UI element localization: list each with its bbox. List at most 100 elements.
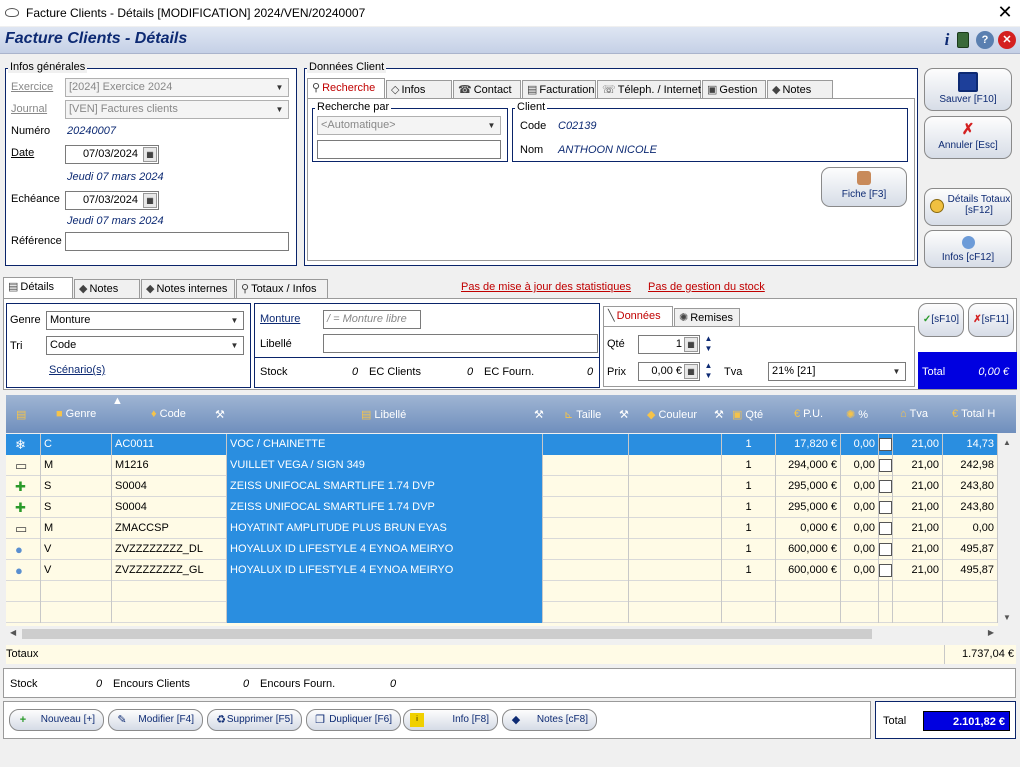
col-header-pct[interactable]: ✺%	[846, 408, 868, 421]
info-button[interactable]: i Info [F8]	[403, 709, 498, 731]
row-checkbox[interactable]	[879, 459, 892, 472]
save-button[interactable]: Sauver [F10]	[924, 68, 1012, 111]
tab-donnees[interactable]: ╲ Données	[603, 306, 673, 327]
cell-libelle: HOYALUX ID LIFESTYLE 4 EYNOA MEIRYO	[227, 560, 543, 581]
scroll-right-icon[interactable]: ▶	[988, 628, 994, 637]
col-header-code[interactable]: ♦ Code	[151, 408, 186, 420]
row-checkbox[interactable]	[879, 564, 892, 577]
info-icon[interactable]: i	[938, 31, 956, 49]
libelle-input[interactable]	[323, 334, 598, 353]
table-row[interactable]: ▭ M ZMACCSP HOYATINT AMPLITUDE PLUS BRUN EY…	[6, 518, 998, 539]
calculator-icon[interactable]	[957, 32, 969, 48]
col-header-tva[interactable]: ⌂ Tva	[900, 408, 928, 420]
tri-select[interactable]: Code ▼	[46, 336, 244, 355]
page-title: Facture Clients - Détails	[5, 30, 188, 47]
grand-total-box: Total 2.101,82 €	[875, 701, 1016, 739]
horizontal-scrollbar[interactable]: ◀ ▶	[6, 626, 998, 642]
calendar-icon[interactable]: ▦	[143, 193, 157, 208]
tab-facturation[interactable]: ▤ Facturation	[522, 80, 596, 99]
help-icon[interactable]: ?	[976, 31, 994, 49]
col-header-couleur[interactable]: ◆ Couleur	[647, 408, 697, 421]
monture-input[interactable]: / = Monture libre	[323, 310, 421, 329]
cancel-button[interactable]: ✗ Annuler [Esc]	[924, 116, 1012, 159]
col-header-libelle[interactable]: ▤ Libellé	[361, 408, 406, 421]
genre-select[interactable]: Monture ▼	[46, 311, 244, 330]
tab-contact[interactable]: ☎ Contact	[453, 80, 521, 99]
dupliquer-button[interactable]: ❐ Dupliquer [F6]	[306, 709, 401, 731]
tab-notes-internes[interactable]: ◆ Notes internes	[141, 279, 235, 298]
vertical-scrollbar[interactable]: ▲ ▼	[998, 434, 1016, 626]
row-checkbox[interactable]	[879, 522, 892, 535]
prix-spinner-icon[interactable]: ▲ ▼	[702, 361, 715, 381]
cell-taille	[543, 581, 629, 602]
client-nom-value: ANTHOON NICOLE	[558, 144, 658, 156]
print-icon[interactable]: ▤	[16, 408, 29, 421]
scroll-thumb[interactable]	[22, 629, 872, 639]
prix-input[interactable]: 0,00 € ▦	[638, 362, 700, 381]
scroll-up-icon[interactable]: ▲	[998, 438, 1016, 447]
exercice-label: Exercice	[11, 81, 54, 93]
notes-button[interactable]: ◆ Notes [cF8]	[502, 709, 597, 731]
supprimer-button[interactable]: ♻ Supprimer [F5]	[207, 709, 302, 731]
table-row[interactable]: ❄ C AC0011 VOC / CHAINETTE 1 17,820 €0,00 21,0…	[6, 434, 998, 455]
tab-recherche[interactable]: ⚲ Recherche	[307, 78, 385, 99]
infos-button[interactable]: Infos [cF12]	[924, 230, 1012, 268]
scenarios-link[interactable]: Scénario(s)	[49, 364, 105, 376]
modifier-button[interactable]: ✎ Modifier [F4]	[108, 709, 203, 731]
tab-totaux-infos[interactable]: ⚲ Totaux / Infos	[236, 279, 328, 298]
col-header-qte[interactable]: ▣ Qté	[732, 408, 763, 421]
wrench-icon[interactable]: ⚒	[215, 408, 225, 421]
tab-remises[interactable]: ✺ Remises	[674, 308, 740, 327]
sort-asc-icon[interactable]: ▲	[112, 395, 123, 407]
monture-label[interactable]: Monture	[260, 313, 300, 325]
table-row[interactable]	[6, 581, 998, 602]
line-cancel-button[interactable]: ✗[sF11]	[968, 303, 1014, 337]
tab-details[interactable]: ▤ Détails	[3, 277, 73, 298]
tab-notes-client[interactable]: ◆ Notes	[767, 80, 833, 99]
row-checkbox[interactable]	[879, 480, 892, 493]
col-header-pu[interactable]: € P.U.	[794, 408, 823, 420]
calculator-icon[interactable]: ▦	[684, 337, 698, 352]
table-row[interactable]: ✚ S S0004 ZEISS UNIFOCAL SMARTLIFE 1.74 DVP…	[6, 476, 998, 497]
col-header-genre[interactable]: ■ Genre	[56, 408, 96, 420]
table-row[interactable]	[6, 602, 998, 623]
calendar-icon[interactable]: ▦	[143, 147, 157, 162]
col-header-taille[interactable]: ⊾ Taille	[564, 408, 601, 421]
table-row[interactable]: ● V ZVZZZZZZZZ_DL HOYALUX ID LIFESTYLE 4 EY…	[6, 539, 998, 560]
row-checkbox[interactable]	[879, 501, 892, 514]
warning-stats-link[interactable]: Pas de mise à jour des statistiques	[461, 281, 631, 293]
recherche-input[interactable]	[317, 140, 501, 159]
line-ok-button[interactable]: ✓[sF10]	[918, 303, 964, 337]
wrench-icon[interactable]: ⚒	[534, 408, 544, 421]
cross-icon: ✗	[973, 314, 982, 325]
tab-telephone[interactable]: ☏ Téleph. / Internet	[597, 80, 701, 99]
close-form-icon[interactable]: ✕	[998, 31, 1016, 49]
warning-stock-link[interactable]: Pas de gestion du stock	[648, 281, 765, 293]
tab-gestion[interactable]: ▣ Gestion	[702, 80, 766, 99]
wrench-icon[interactable]: ⚒	[619, 408, 629, 421]
qte-input[interactable]: 1 ▦	[638, 335, 700, 354]
wrench-icon[interactable]: ⚒	[714, 408, 724, 421]
tab-infos[interactable]: ◇ Infos	[386, 80, 452, 99]
table-row[interactable]: ● V ZVZZZZZZZZ_GL HOYALUX ID LIFESTYLE 4 EY…	[6, 560, 998, 581]
qte-spinner-icon[interactable]: ▲ ▼	[702, 334, 715, 354]
scroll-left-icon[interactable]: ◀	[10, 628, 16, 637]
date-input[interactable]: 07/03/2024 ▦	[65, 145, 159, 164]
echeance-input[interactable]: 07/03/2024 ▦	[65, 191, 159, 210]
bottom-ec-clients-value: 0	[243, 678, 250, 690]
row-checkbox-cell	[879, 518, 893, 539]
tva-select[interactable]: 21% [21] ▼	[768, 362, 906, 381]
col-header-total[interactable]: € Total H	[952, 408, 1010, 420]
scroll-down-icon[interactable]: ▼	[998, 613, 1016, 622]
row-checkbox[interactable]	[879, 543, 892, 556]
table-row[interactable]: ▭ M M1216 VUILLET VEGA / SIGN 349 1 294,000 €…	[6, 455, 998, 476]
nouveau-button[interactable]: + Nouveau [+]	[9, 709, 104, 731]
reference-input[interactable]	[65, 232, 289, 251]
tab-notes[interactable]: ◆ Notes	[74, 279, 140, 298]
details-totaux-button[interactable]: Détails Totaux [sF12]	[924, 188, 1012, 226]
fiche-button[interactable]: Fiche [F3]	[821, 167, 907, 207]
row-checkbox[interactable]	[879, 438, 892, 451]
table-row[interactable]: ✚ S S0004 ZEISS UNIFOCAL SMARTLIFE 1.74 DVP…	[6, 497, 998, 518]
calculator-icon[interactable]: ▦	[684, 364, 698, 379]
window-close-icon[interactable]: ✕	[994, 2, 1016, 22]
